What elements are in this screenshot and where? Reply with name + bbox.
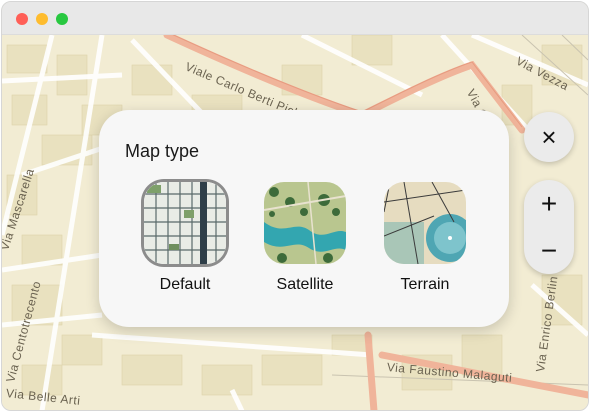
zoom-control: + − [524, 180, 574, 274]
title-bar [2, 2, 588, 35]
close-window-button[interactable] [16, 13, 28, 25]
terrain-map-thumbnail [384, 182, 466, 264]
close-panel-button[interactable]: × [524, 112, 574, 162]
map-type-satellite-option[interactable]: Satellite [255, 182, 355, 294]
satellite-map-thumbnail [264, 182, 346, 264]
map-type-default-option[interactable]: Default [135, 182, 235, 294]
map-type-terrain-option[interactable]: Terrain [375, 182, 475, 294]
default-map-thumbnail [144, 182, 226, 264]
maximize-window-button[interactable] [56, 13, 68, 25]
close-icon: × [541, 121, 557, 152]
panel-title: Map type [125, 141, 200, 161]
map-type-label: Terrain [400, 276, 450, 293]
map-window: Viale Carlo Berti Pichat Via Ca Via Vezz… [1, 1, 589, 411]
map-type-panel: Map type Default Satellite Terrain [99, 110, 509, 327]
zoom-out-button[interactable]: − [524, 227, 574, 274]
minimize-window-button[interactable] [36, 13, 48, 25]
plus-icon: + [540, 187, 558, 219]
zoom-in-button[interactable]: + [524, 180, 574, 227]
map-type-label: Satellite [276, 276, 334, 293]
minus-icon: − [540, 234, 558, 266]
map-type-label: Default [159, 276, 211, 293]
